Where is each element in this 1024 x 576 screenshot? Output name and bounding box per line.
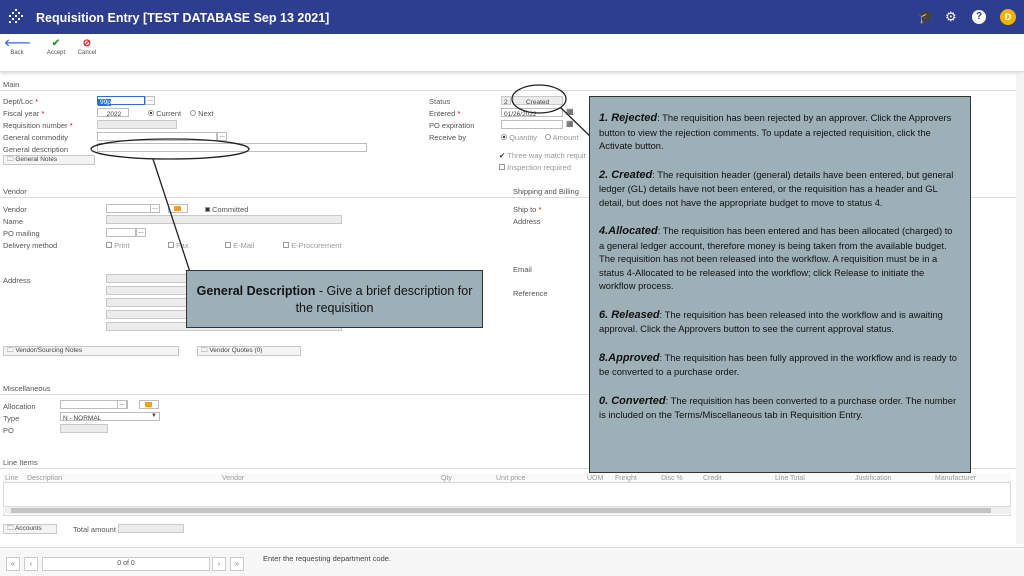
callout-connector-line <box>152 158 191 273</box>
status-highlight-ellipse <box>511 84 567 114</box>
general-description-callout: General Description - Give a brief descr… <box>186 270 483 328</box>
status-definition: 8.Approved: The requisition has been ful… <box>599 351 957 378</box>
status-definition: 4.Allocated: The requisition has been en… <box>599 225 953 291</box>
status-definition: 2. Created: The requisition header (gene… <box>599 168 954 208</box>
status-definition: 1. Rejected: The requisition has been re… <box>599 112 952 151</box>
status-definition: 0. Converted: The requisition has been c… <box>599 394 957 421</box>
status-definitions-callout: 1. Rejected: The requisition has been re… <box>589 96 971 473</box>
status-definition: 6. Released: The requisition has been re… <box>599 308 943 335</box>
description-highlight-ellipse <box>90 138 250 160</box>
